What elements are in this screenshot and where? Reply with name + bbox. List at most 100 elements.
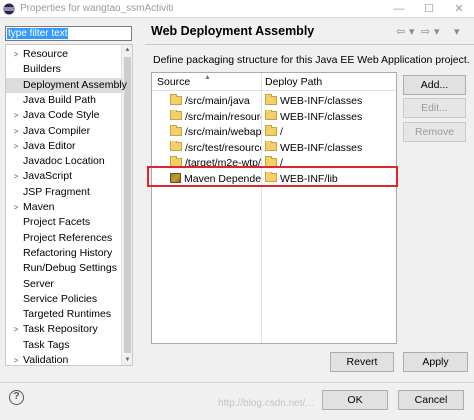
tree-item-label: Server (23, 277, 54, 290)
tree-item-label: Targeted Runtimes (23, 308, 112, 321)
tree-item-label: Task Repository (23, 323, 98, 336)
tree-item[interactable]: Project References (6, 231, 123, 246)
deploy-path: / (280, 126, 283, 138)
tree-item-label: Validation (23, 354, 69, 366)
tree-item-label: Java Build Path (23, 93, 96, 106)
tree-item-label: Resource (23, 48, 68, 60)
tree-item[interactable]: > Maven (6, 200, 123, 215)
deploy-cell: / (262, 125, 396, 140)
source-path: /src/test/resources (185, 141, 261, 154)
tree-item[interactable]: > Java Compiler (6, 124, 123, 139)
edit-button[interactable]: Edit... (403, 98, 466, 118)
folder-icon (265, 109, 277, 121)
eclipse-icon (3, 3, 15, 15)
table-row[interactable]: /src/test/resources WEB-INF/classes (152, 140, 396, 156)
expand-chevron-icon[interactable]: > (11, 124, 21, 139)
deploy-cell: WEB-INF/classes (262, 140, 396, 156)
remove-button[interactable]: Remove (403, 122, 466, 142)
source-path: /src/main/java (185, 95, 250, 107)
expand-chevron-icon[interactable]: > (11, 353, 21, 365)
table-row[interactable]: /src/main/webapp / (152, 125, 396, 140)
tree-item[interactable]: > Validation (6, 353, 123, 366)
tree-item-label: Task Tags (23, 338, 70, 351)
column-header-deploy-path[interactable]: Deploy Path (262, 73, 396, 91)
expand-chevron-icon[interactable]: > (11, 200, 21, 215)
folder-icon (265, 125, 277, 136)
tree-item-label: Builders (23, 63, 61, 76)
source-path: /src/main/resources (185, 110, 261, 123)
folder-icon (265, 140, 277, 152)
add-button[interactable]: Add... (403, 75, 466, 95)
deploy-cell: WEB-INF/classes (262, 94, 396, 109)
tree-item[interactable]: Deployment Assembly (6, 77, 127, 93)
forward-menu-icon[interactable]: ▾ (434, 25, 440, 38)
tree-item[interactable]: > Task Repository (6, 322, 123, 337)
page-description: Define packaging structure for this Java… (153, 54, 470, 66)
folder-icon (265, 94, 277, 105)
tree-item-label: Deployment Assembly (23, 78, 127, 91)
deploy-cell: WEB-INF/classes (262, 109, 396, 125)
filter-input[interactable]: type filter text (5, 26, 132, 41)
tree-item-label: Project Facets (23, 216, 91, 229)
tree-item-label: Java Code Style (23, 109, 100, 122)
tree-item[interactable]: > Resource (6, 47, 123, 62)
tree-item[interactable]: > JavaScript (6, 169, 123, 184)
filter-text: type filter text (7, 28, 69, 39)
source-cell: /src/test/resources (152, 140, 261, 156)
tree-item[interactable]: > Java Editor (6, 139, 123, 154)
sort-ascending-icon: ▲ (204, 74, 211, 81)
tree-item[interactable]: Java Build Path (6, 93, 123, 108)
source-cell: /src/main/resources (152, 109, 261, 125)
minimize-button[interactable]: — (384, 0, 414, 18)
highlight-box (147, 166, 398, 187)
tree-item[interactable]: JSP Fragment (6, 185, 123, 200)
expand-chevron-icon[interactable]: > (11, 108, 21, 123)
property-pages-tree[interactable]: ▲ ▼ > Resource Builders Deployment Assembly… (5, 44, 133, 366)
tree-item[interactable]: Run/Debug Settings (6, 261, 123, 276)
scroll-up-icon[interactable]: ▲ (122, 45, 132, 55)
source-path: /src/main/webapp (185, 126, 261, 138)
tree-item[interactable]: Task Tags (6, 338, 123, 353)
close-button[interactable]: ✕ (444, 0, 474, 18)
tree-item[interactable]: Service Policies (6, 292, 123, 307)
view-menu-icon[interactable]: ▾ (454, 25, 459, 38)
forward-arrow-icon[interactable]: ⇨ (421, 25, 430, 38)
source-cell: /src/main/java (152, 94, 261, 109)
expand-chevron-icon[interactable]: > (11, 139, 21, 154)
deploy-path: WEB-INF/classes (280, 110, 363, 123)
cancel-button[interactable]: Cancel (398, 390, 464, 410)
tree-item-label: Refactoring History (23, 246, 113, 259)
apply-button[interactable]: Apply (403, 352, 468, 372)
deployment-table[interactable]: Source ▲ Deploy Path /src/main/java WEB-I… (151, 72, 397, 344)
table-row[interactable]: /src/main/java WEB-INF/classes (152, 94, 396, 109)
help-icon[interactable]: ? (9, 390, 24, 405)
back-menu-icon[interactable]: ▾ (409, 25, 415, 38)
deploy-path: WEB-INF/classes (280, 95, 363, 107)
source-cell: /src/main/webapp (152, 125, 261, 140)
footer-divider (0, 382, 474, 383)
tree-item[interactable]: Targeted Runtimes (6, 307, 123, 322)
tree-item-label: Maven (23, 201, 55, 213)
deploy-path-header-label: Deploy Path (265, 76, 323, 88)
maximize-button[interactable]: ☐ (414, 0, 444, 18)
expand-chevron-icon[interactable]: > (11, 47, 21, 62)
expand-chevron-icon[interactable]: > (11, 169, 21, 184)
expand-chevron-icon[interactable]: > (11, 322, 21, 337)
tree-item[interactable]: Builders (6, 62, 123, 77)
tree-item[interactable]: Javadoc Location (6, 154, 123, 169)
tree-item[interactable]: Project Facets (6, 215, 123, 230)
revert-button[interactable]: Revert (330, 352, 394, 372)
scroll-down-icon[interactable]: ▼ (122, 355, 132, 365)
tree-item-label: Java Compiler (23, 124, 91, 137)
tree-item[interactable]: Server (6, 277, 123, 292)
table-row[interactable]: /src/main/resources WEB-INF/classes (152, 109, 396, 125)
tree-item[interactable]: > Java Code Style (6, 108, 123, 123)
ok-button[interactable]: OK (322, 390, 388, 410)
back-arrow-icon[interactable]: ⇦ (396, 25, 405, 38)
tree-item-label: Project References (23, 231, 113, 244)
tree-item[interactable]: Refactoring History (6, 246, 123, 261)
scroll-thumb[interactable] (124, 57, 131, 353)
folder-icon (170, 109, 182, 121)
tree-item-label: Javadoc Location (23, 155, 105, 168)
tree-item-label: JavaScript (23, 170, 73, 183)
